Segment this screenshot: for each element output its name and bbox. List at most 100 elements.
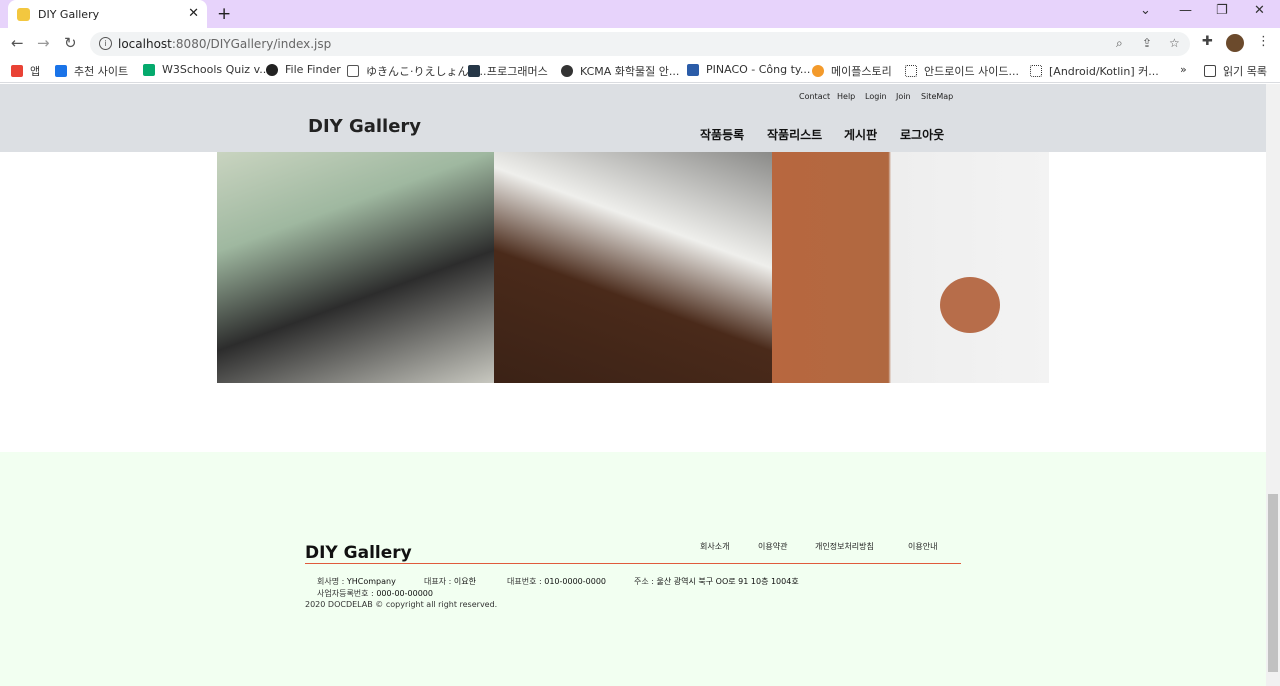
gallery-image-knit-heart[interactable]: [772, 152, 1049, 383]
bookmark-item[interactable]: W3Schools Quiz v...: [143, 63, 270, 76]
forward-icon[interactable]: →: [37, 34, 50, 52]
bookmark-item[interactable]: 프로그래머스: [468, 63, 548, 79]
globe-icon: [561, 65, 573, 77]
bookmark-item[interactable]: 메이플스토리: [812, 63, 892, 79]
bookmark-star-icon[interactable]: ☆: [1169, 36, 1180, 50]
bookmark-label: 추천 사이트: [74, 65, 129, 78]
scrollbar-thumb[interactable]: [1268, 494, 1278, 672]
window-close-icon[interactable]: ✕: [1254, 3, 1265, 18]
footer-value: 이요한: [453, 577, 476, 586]
close-tab-icon[interactable]: ✕: [188, 6, 199, 21]
more-bookmarks-button[interactable]: »: [1180, 63, 1187, 76]
menu-icon[interactable]: ⋮: [1257, 34, 1270, 49]
yarn-heart-shape: [940, 277, 1000, 333]
util-link-login[interactable]: Login: [865, 92, 887, 101]
bookmark-item[interactable]: PINACO - Công ty...: [687, 63, 810, 76]
programmers-icon: [468, 65, 480, 77]
bookmark-item[interactable]: KCMA 화학물질 안...: [561, 63, 679, 79]
browser-tab-strip: DIY Gallery ✕ + ⌄ — ❐ ✕: [0, 0, 1280, 28]
footer-ceo: 대표자 : 이요한: [424, 576, 476, 587]
gallery-image-embroidery-yarn[interactable]: [217, 152, 494, 383]
site-info-icon[interactable]: i: [99, 37, 112, 50]
extensions-icon[interactable]: ✚: [1202, 34, 1213, 49]
w3schools-icon: [143, 63, 155, 76]
new-tab-icon[interactable]: +: [217, 4, 231, 24]
footer-logo[interactable]: DIY Gallery: [305, 543, 412, 563]
footer-divider: [305, 563, 961, 564]
bookmark-label: PINACO - Công ty...: [706, 63, 811, 76]
footer-phone: 대표번호 : 010-0000-0000: [507, 576, 606, 587]
web-page: Contact Help Login Join SiteMap DIY Gall…: [0, 84, 1266, 686]
nav-work-list[interactable]: 작품리스트: [767, 126, 822, 143]
maplestory-icon: [812, 65, 824, 77]
profile-avatar[interactable]: [1226, 34, 1244, 52]
reading-list-icon: [1204, 65, 1216, 77]
zoom-icon[interactable]: ⌕: [1116, 36, 1123, 51]
util-link-help[interactable]: Help: [837, 92, 855, 101]
browser-tab[interactable]: DIY Gallery ✕: [8, 0, 207, 28]
bookmarks-bar: 앱 추천 사이트 W3Schools Quiz v... File Finder…: [0, 59, 1280, 83]
reading-list-label: 읽기 목록: [1223, 65, 1267, 78]
footer-value: 000-00-00000: [376, 589, 433, 598]
footer-value: YHCompany: [346, 577, 396, 586]
footer-label: 대표번호 :: [507, 577, 545, 586]
footer-bizno: 사업자등록번호 : 000-00-00000: [317, 588, 433, 599]
footer-link-guide[interactable]: 이용안내: [908, 541, 937, 552]
url-path: :8080/DIYGallery/index.jsp: [171, 37, 332, 51]
dots-icon: [1030, 65, 1042, 77]
footer-link-privacy[interactable]: 개인정보처리방침: [815, 541, 874, 552]
site-footer: DIY Gallery 회사소개 이용약관 개인정보처리방침 이용안내 회사명 …: [0, 452, 1266, 686]
pinaco-icon: [687, 63, 699, 76]
bookmark-label: 프로그래머스: [487, 65, 548, 78]
tab-title: DIY Gallery: [38, 7, 100, 21]
bookmark-item[interactable]: 추천 사이트: [55, 63, 128, 79]
url-host: localhost: [118, 37, 172, 51]
bookmark-label: W3Schools Quiz v...: [162, 63, 270, 76]
util-link-sitemap[interactable]: SiteMap: [921, 92, 953, 101]
nav-register-work[interactable]: 작품등록: [700, 126, 744, 143]
bookmark-apps[interactable]: 앱: [11, 63, 40, 79]
bookmark-item[interactable]: 안드로이드 사이드...: [905, 63, 1019, 79]
more-bookmarks-label: »: [1180, 63, 1187, 76]
nav-board[interactable]: 게시판: [844, 126, 877, 143]
footer-link-about[interactable]: 회사소개: [700, 541, 729, 552]
bookmark-item[interactable]: [Android/Kotlin] 커...: [1030, 63, 1159, 79]
site-favicon-icon: [17, 7, 30, 21]
maximize-icon[interactable]: ❐: [1216, 3, 1228, 18]
share-icon[interactable]: ⇪: [1142, 36, 1152, 50]
footer-label: 사업자등록번호 :: [317, 589, 377, 598]
bing-icon: [55, 65, 67, 77]
address-bar[interactable]: i localhost:8080/DIYGallery/index.jsp ⌕ …: [90, 32, 1190, 56]
browser-toolbar: ← → ↻ i localhost:8080/DIYGallery/index.…: [0, 28, 1280, 59]
tab-search-icon[interactable]: ⌄: [1140, 3, 1151, 18]
footer-label: 대표자 :: [424, 577, 454, 586]
dots-icon: [905, 65, 917, 77]
reload-icon[interactable]: ↻: [64, 34, 77, 52]
bookmark-label: [Android/Kotlin] 커...: [1049, 65, 1159, 78]
site-logo[interactable]: DIY Gallery: [308, 116, 421, 137]
footer-copyright: 2020 DOCDELAB © copyright all right rese…: [305, 600, 498, 609]
bookmark-label: KCMA 화학물질 안...: [580, 65, 680, 78]
footer-label: 회사명 :: [317, 577, 347, 586]
minimize-icon[interactable]: —: [1179, 3, 1192, 18]
footer-company: 회사명 : YHCompany: [317, 576, 396, 587]
bookmark-label: File Finder: [285, 63, 341, 76]
util-link-contact[interactable]: Contact: [799, 92, 830, 101]
gallery-image-crochet[interactable]: [494, 152, 772, 383]
footer-address: 주소 : 울산 광역시 북구 OO로 91 10층 1004호: [634, 576, 799, 587]
page-icon: [347, 65, 359, 77]
footer-label: 주소 :: [634, 577, 657, 586]
reading-list-button[interactable]: 읽기 목록: [1204, 63, 1267, 79]
footer-value: 울산 광역시 북구 OO로 91 10층 1004호: [656, 577, 799, 586]
bookmark-label: 메이플스토리: [831, 65, 892, 78]
util-link-join[interactable]: Join: [896, 92, 911, 101]
nav-logout[interactable]: 로그아웃: [900, 126, 944, 143]
github-icon: [266, 63, 278, 76]
back-icon[interactable]: ←: [11, 34, 24, 52]
apps-grid-icon: [11, 65, 23, 77]
page-scrollbar[interactable]: [1266, 84, 1280, 686]
bookmark-label: 안드로이드 사이드...: [924, 65, 1019, 78]
footer-link-terms[interactable]: 이용약관: [758, 541, 787, 552]
bookmark-item[interactable]: File Finder: [266, 63, 341, 76]
bookmark-label: 앱: [30, 65, 41, 78]
